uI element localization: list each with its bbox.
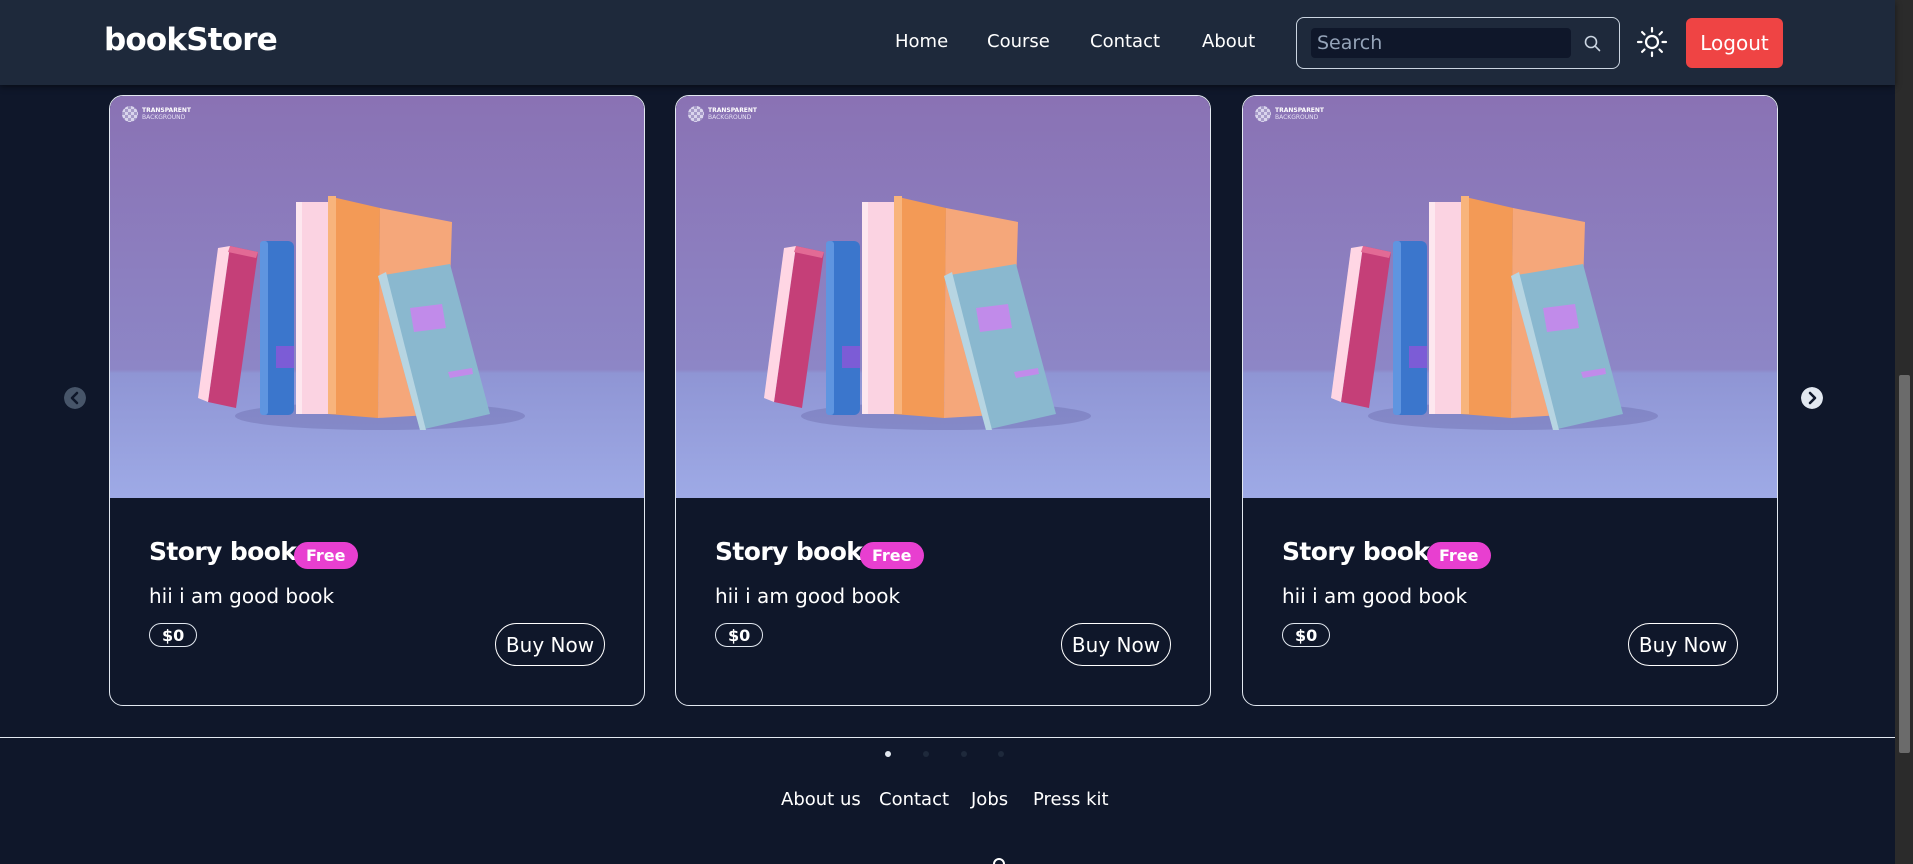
free-badge: Free <box>1427 542 1491 569</box>
buy-now-button[interactable]: Buy Now <box>1628 623 1738 666</box>
sun-icon[interactable] <box>1636 26 1668 58</box>
logout-button[interactable]: Logout <box>1686 18 1783 68</box>
buy-now-button[interactable]: Buy Now <box>495 623 605 666</box>
watermark-text: TRANSPARENT <box>142 107 192 114</box>
search-input[interactable] <box>1311 28 1571 58</box>
price-badge: $0 <box>1282 623 1331 647</box>
footer-divider <box>0 737 1895 738</box>
footer-link-jobs[interactable]: Jobs <box>971 789 1008 810</box>
footer-link-press-kit[interactable]: Press kit <box>1033 789 1109 810</box>
footer-link-about-us[interactable]: About us <box>781 789 861 810</box>
price-badge: $0 <box>715 623 764 647</box>
watermark-text: TRANSPARENT <box>708 107 758 114</box>
free-badge: Free <box>860 542 924 569</box>
image-watermark: TRANSPARENT BACKGROUND <box>688 106 757 122</box>
carousel-dot[interactable] <box>961 751 967 757</box>
nav-link-contact[interactable]: Contact <box>1090 31 1160 52</box>
card-description: hii i am good book <box>1282 584 1468 608</box>
nav-link-home[interactable]: Home <box>895 31 948 52</box>
footer-link-contact[interactable]: Contact <box>879 789 949 810</box>
image-watermark: TRANSPARENT BACKGROUND <box>1255 106 1324 122</box>
buy-now-button[interactable]: Buy Now <box>1061 623 1171 666</box>
card-title: Story book <box>149 537 297 566</box>
scrollbar-thumb[interactable] <box>1899 375 1910 753</box>
logo[interactable]: bookStore <box>104 22 278 58</box>
carousel-dot-active[interactable] <box>885 751 891 757</box>
watermark-text: TRANSPARENT <box>1275 107 1325 114</box>
watermark-subtext: BACKGROUND <box>1275 114 1319 121</box>
book-card[interactable]: TRANSPARENT BACKGROUND Story book Free h… <box>1242 95 1778 706</box>
arrow-right-icon[interactable] <box>1801 387 1823 409</box>
watermark-logo-icon <box>688 106 704 122</box>
book-image <box>110 96 644 498</box>
card-description: hii i am good book <box>149 584 335 608</box>
scrollbar[interactable] <box>1895 0 1913 864</box>
nav-link-about[interactable]: About <box>1202 31 1255 52</box>
book-card[interactable]: TRANSPARENT BACKGROUND Story book Free h… <box>675 95 1211 706</box>
nav-link-course[interactable]: Course <box>987 31 1050 52</box>
search-box <box>1296 17 1620 69</box>
social-icon[interactable] <box>993 858 1005 864</box>
watermark-subtext: BACKGROUND <box>708 114 752 121</box>
card-description: hii i am good book <box>715 584 901 608</box>
free-badge: Free <box>294 542 358 569</box>
book-image <box>676 96 1210 498</box>
watermark-subtext: BACKGROUND <box>142 114 186 121</box>
watermark-logo-icon <box>1255 106 1271 122</box>
image-watermark: TRANSPARENT BACKGROUND <box>122 106 191 122</box>
book-image <box>1243 96 1777 498</box>
navbar: bookStore Home Course Contact About Logo… <box>0 0 1895 85</box>
card-title: Story book <box>715 537 863 566</box>
carousel-dot[interactable] <box>923 751 929 757</box>
price-badge: $0 <box>149 623 198 647</box>
card-title: Story book <box>1282 537 1430 566</box>
book-card[interactable]: TRANSPARENT BACKGROUND Story book Free h… <box>109 95 645 706</box>
carousel-dot[interactable] <box>998 751 1004 757</box>
arrow-left-icon[interactable] <box>64 387 86 409</box>
search-icon[interactable] <box>1583 34 1603 54</box>
watermark-logo-icon <box>122 106 138 122</box>
